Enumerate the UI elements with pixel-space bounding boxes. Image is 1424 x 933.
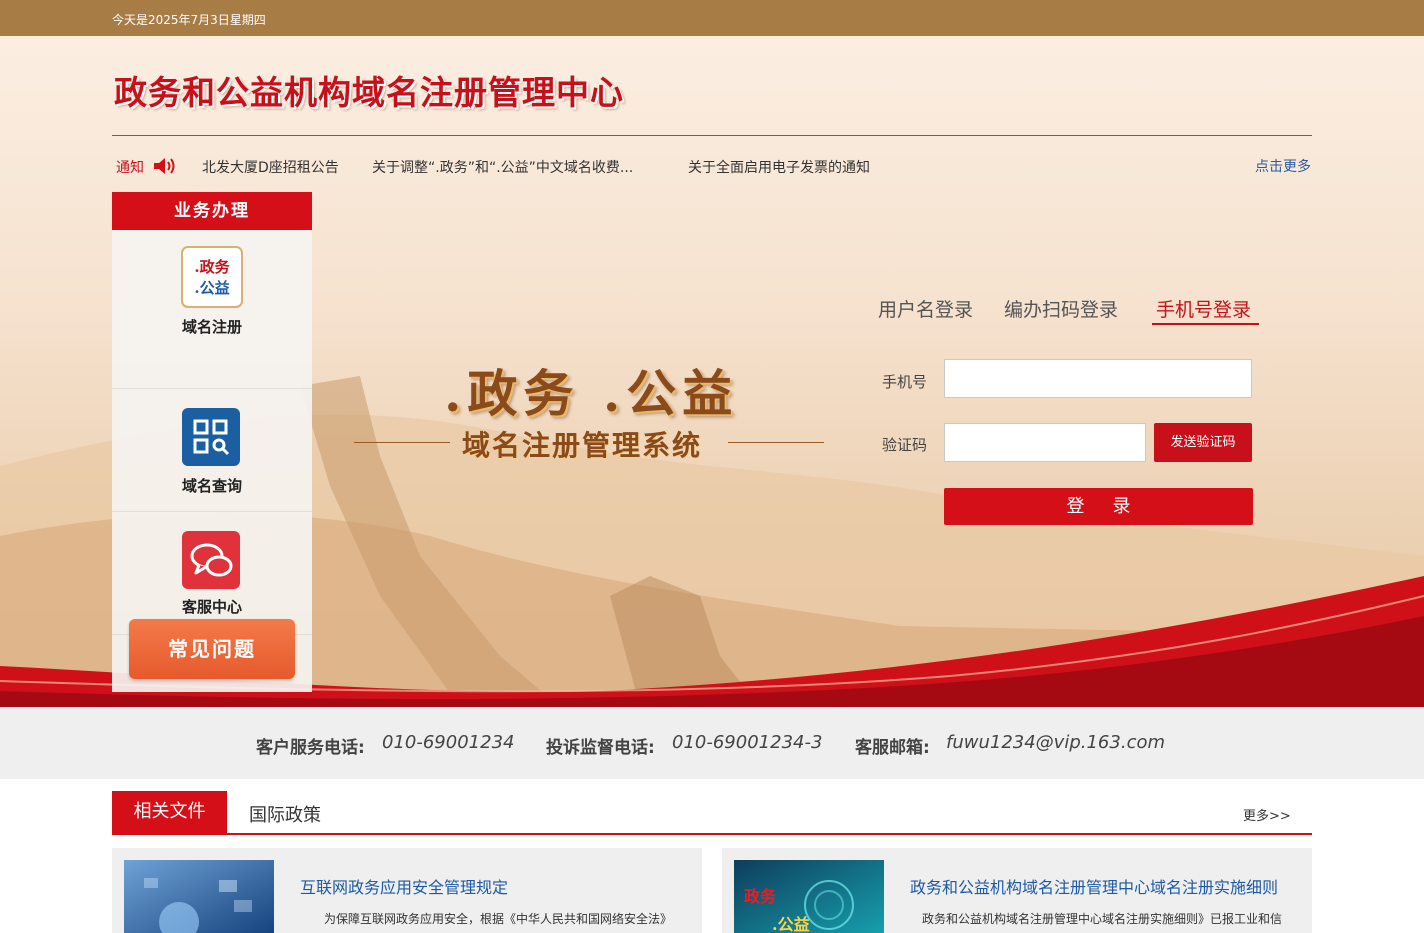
contact-bar: 客户服务电话: 010-69001234 投诉监督电话: 010-6900123…	[0, 707, 1424, 779]
tabs-divider	[112, 833, 1312, 835]
documents-more-link[interactable]: 更多>>	[1243, 805, 1291, 824]
system-logo-title: .政务 .公益	[444, 364, 739, 423]
service-email[interactable]: fuwu1234@vip.163.com	[946, 732, 1165, 753]
notice-item-3[interactable]: 关于全面启用电子发票的通知	[688, 157, 870, 177]
notice-item-2[interactable]: 关于调整“.政务”和“.公益”中文域名收费...	[372, 157, 633, 177]
code-label: 验证码	[882, 436, 928, 454]
email-label: 客服邮箱:	[855, 738, 930, 758]
complaint-phone-label: 投诉监督电话:	[546, 738, 655, 758]
phone-label: 手机号	[882, 373, 928, 391]
active-tab-indicator	[1152, 323, 1259, 325]
title-divider	[112, 135, 1312, 136]
speaker-icon	[154, 158, 175, 174]
document-title[interactable]: 政务和公益机构域名注册管理中心域名注册实施细则	[910, 874, 1278, 898]
sidebar-item-label: 客服中心	[181, 598, 242, 616]
login-button[interactable]: 登录	[944, 488, 1253, 525]
tab-related-files[interactable]: 相关文件	[112, 791, 227, 833]
sidebar-header: 业务办理	[112, 192, 312, 230]
sidebar-item-label: 域名查询	[181, 477, 242, 495]
sidebar-item-label: 域名注册	[181, 318, 242, 336]
document-title[interactable]: 互联网政务应用安全管理规定	[300, 874, 508, 898]
document-card[interactable]: 政务 .公益 政务和公益机构域名注册管理中心域名注册实施细则 政务和公益机构域名…	[722, 848, 1312, 933]
top-bar: 今天是2025年7月3日星期四	[0, 0, 1424, 36]
logo-divider-left	[354, 442, 450, 443]
system-logo-subtitle: 域名注册管理系统	[462, 429, 703, 462]
send-code-button[interactable]: 发送验证码	[1154, 423, 1252, 462]
icon-text-gongyi: .公益	[194, 279, 229, 297]
faq-button[interactable]: 常见问题	[129, 619, 295, 679]
notice-item-1[interactable]: 北发大厦D座招租公告	[202, 157, 339, 177]
tab-scan-login[interactable]: 编办扫码登录	[1004, 295, 1118, 322]
tab-phone-login[interactable]: 手机号登录	[1156, 295, 1251, 322]
date-text: 今天是2025年7月3日星期四	[112, 13, 266, 27]
sidebar-item-domain-register[interactable]: .政务 .公益 域名注册	[112, 230, 312, 352]
chat-bubbles-icon	[182, 531, 240, 589]
qr-search-icon	[182, 408, 240, 466]
phone-input[interactable]	[944, 359, 1252, 398]
business-sidebar: 业务办理 .政务 .公益 域名注册 域名查询 客服中心 常见问题	[112, 192, 312, 692]
icon-text-zhengwu: .政务	[194, 258, 230, 276]
thumbnail-text-gongyi: .公益	[772, 915, 810, 933]
sidebar-item-domain-query[interactable]: 域名查询	[112, 389, 312, 511]
document-thumbnail: 政务 .公益	[734, 860, 884, 933]
thumbnail-text-zhengwu: 政务	[744, 887, 777, 906]
site-title: 政务和公益机构域名注册管理中心	[114, 73, 624, 112]
notice-label: 通知	[116, 160, 144, 176]
service-phone: 010-69001234	[382, 732, 515, 753]
hero-section: 政务和公益机构域名注册管理中心 通知 北发大厦D座招租公告 关于调整“.政务”和…	[0, 36, 1424, 707]
tab-international-policy[interactable]: 国际政策	[249, 801, 321, 827]
notice-more-link[interactable]: 点击更多	[1255, 156, 1311, 176]
document-thumbnail	[124, 860, 274, 933]
service-phone-label: 客户服务电话:	[256, 738, 365, 758]
logo-divider-right	[728, 442, 824, 443]
domain-register-icon: .政务 .公益	[181, 246, 243, 308]
sidebar-item-customer-service[interactable]: 客服中心	[112, 512, 312, 634]
document-summary: 政务和公益机构域名注册管理中心域名注册实施细则》已报工业和信	[922, 912, 1283, 926]
tab-username-login[interactable]: 用户名登录	[878, 295, 973, 322]
verification-code-input[interactable]	[944, 423, 1146, 462]
document-summary: 为保障互联网政务应用安全，根据《中华人民共和国网络安全法》	[324, 912, 673, 926]
complaint-phone: 010-69001234-3	[672, 732, 823, 753]
document-card[interactable]: 互联网政务应用安全管理规定 为保障互联网政务应用安全，根据《中华人民共和国网络安…	[112, 848, 702, 933]
